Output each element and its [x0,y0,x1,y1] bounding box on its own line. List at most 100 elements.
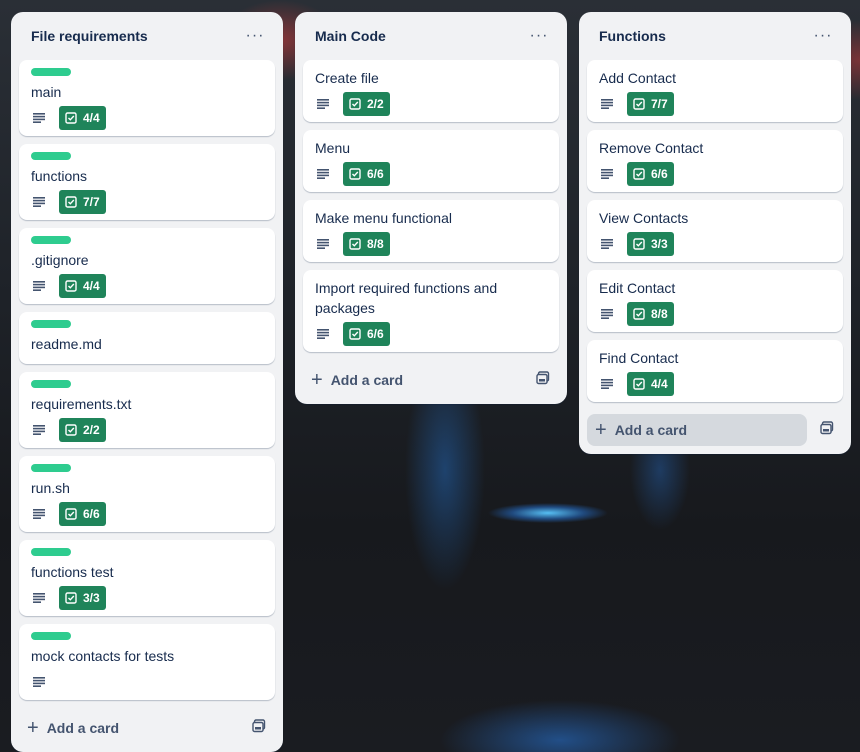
card-title: requirements.txt [31,396,132,412]
list-header: File requirements ··· [11,12,283,60]
checkbox-icon [65,592,77,604]
checklist-badge: 3/3 [59,586,106,610]
card-badges: 2/2 [31,418,263,442]
card-title: mock contacts for tests [31,648,175,664]
card-list: Create file 2/2 Menu 6/6 Make menu funct… [295,60,567,352]
list-menu-button[interactable]: ··· [523,20,555,52]
card[interactable]: Create file 2/2 [303,60,559,122]
card[interactable]: requirements.txt 2/2 [19,372,275,448]
card-badges [31,670,263,694]
card-label-green[interactable] [31,68,71,76]
plus-icon: + [595,419,607,441]
card[interactable]: Find Contact 4/4 [587,340,843,402]
create-from-template-button[interactable] [811,414,843,446]
checkbox-icon [349,328,361,340]
ellipsis-icon: ··· [529,27,549,44]
description-lines-icon [315,322,331,346]
checkbox-icon [65,196,77,208]
checklist-count: 2/2 [83,423,100,437]
list-title[interactable]: Functions [599,28,666,44]
card[interactable]: readme.md [19,312,275,364]
card-title: functions [31,168,88,184]
add-card-label: Add a card [614,422,688,438]
add-card-button[interactable]: + Add a card [19,712,239,744]
create-from-template-button[interactable] [527,364,559,396]
checkbox-icon [633,308,645,320]
list-menu-button[interactable]: ··· [807,20,839,52]
card-label-green[interactable] [31,236,71,244]
list-footer: + Add a card [295,360,567,404]
card[interactable]: Make menu functional 8/8 [303,200,559,262]
checkbox-icon [633,98,645,110]
card-title: Create file [315,70,379,86]
card[interactable]: Menu 6/6 [303,130,559,192]
checklist-badge: 4/4 [59,274,106,298]
checkbox-icon [65,112,77,124]
card[interactable]: Remove Contact 6/6 [587,130,843,192]
card[interactable]: View Contacts 3/3 [587,200,843,262]
description-lines-icon [599,162,615,186]
card-title: Find Contact [599,350,679,366]
description-lines-icon [31,190,47,214]
card[interactable]: .gitignore 4/4 [19,228,275,304]
checklist-badge: 6/6 [343,162,390,186]
card[interactable]: mock contacts for tests [19,624,275,700]
checklist-count: 6/6 [367,167,384,181]
list-title[interactable]: Main Code [315,28,386,44]
card[interactable]: functions 7/7 [19,144,275,220]
card[interactable]: run.sh 6/6 [19,456,275,532]
card-label-green[interactable] [31,380,71,388]
card-title: View Contacts [599,210,689,226]
checklist-count: 3/3 [651,237,668,251]
add-card-button[interactable]: + Add a card [303,364,523,396]
checklist-badge: 7/7 [59,190,106,214]
card-badges: 6/6 [599,162,831,186]
card[interactable]: main 4/4 [19,60,275,136]
checkbox-icon [349,98,361,110]
card-title: .gitignore [31,252,89,268]
checklist-count: 8/8 [651,307,668,321]
checkbox-icon [65,508,77,520]
list-title[interactable]: File requirements [31,28,148,44]
card-template-icon [820,420,834,440]
checklist-count: 4/4 [83,279,100,293]
checkbox-icon [65,424,77,436]
card[interactable]: Edit Contact 8/8 [587,270,843,332]
card-title: Make menu functional [315,210,452,226]
description-lines-icon [599,372,615,396]
card-title: Edit Contact [599,280,676,296]
list-menu-button[interactable]: ··· [239,20,271,52]
card-badges: 7/7 [599,92,831,116]
card-title: readme.md [31,336,102,352]
card[interactable]: Add Contact 7/7 [587,60,843,122]
list-file-requirements: File requirements ··· main 4/4 functions… [11,12,283,752]
plus-icon: + [27,717,39,739]
list-footer: + Add a card [11,708,283,752]
description-lines-icon [315,232,331,256]
card-label-green[interactable] [31,464,71,472]
checklist-count: 8/8 [367,237,384,251]
add-card-label: Add a card [330,372,404,388]
card[interactable]: functions test 3/3 [19,540,275,616]
create-from-template-button[interactable] [243,712,275,744]
card-label-green[interactable] [31,152,71,160]
card-label-green[interactable] [31,632,71,640]
checklist-count: 6/6 [651,167,668,181]
list-footer: + Add a card [579,410,851,454]
checklist-badge: 8/8 [343,232,390,256]
ellipsis-icon: ··· [813,27,833,44]
checklist-count: 2/2 [367,97,384,111]
checkbox-icon [633,168,645,180]
checkbox-icon [65,280,77,292]
list-header: Main Code ··· [295,12,567,60]
card-label-green[interactable] [31,548,71,556]
card-template-icon [536,370,550,390]
card-list: Add Contact 7/7 Remove Contact 6/6 View … [579,60,851,402]
add-card-button[interactable]: + Add a card [587,414,807,446]
card-title: Remove Contact [599,140,704,156]
card-template-icon [252,718,266,738]
card-label-green[interactable] [31,320,71,328]
list-header: Functions ··· [579,12,851,60]
card[interactable]: Import required functions and packages 6… [303,270,559,352]
checklist-badge: 4/4 [627,372,674,396]
